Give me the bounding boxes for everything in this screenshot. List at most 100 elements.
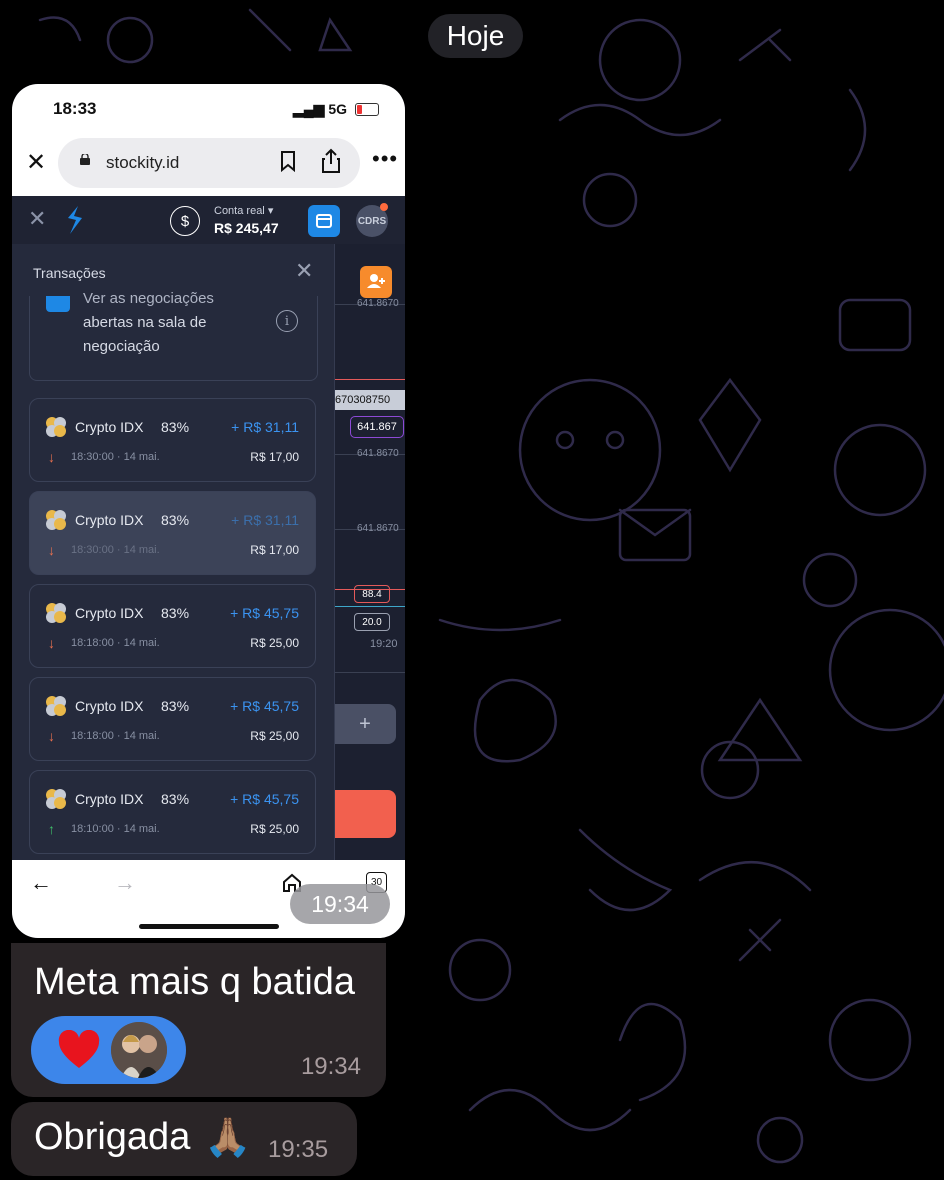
profit-value: + R$ 45,75 bbox=[230, 791, 299, 807]
reactor-avatar bbox=[111, 1022, 167, 1078]
trade-amount: R$ 17,00 bbox=[250, 450, 299, 464]
account-type-label[interactable]: Conta real ▾ bbox=[214, 204, 273, 217]
arrow-up-icon: ↑ bbox=[48, 821, 55, 837]
panel-close-icon[interactable]: ✕ bbox=[295, 258, 313, 284]
app-close-icon[interactable]: ✕ bbox=[28, 206, 46, 232]
crypto-idx-icon bbox=[46, 417, 66, 437]
network-indicator: ▂▄▆ 5G bbox=[292, 101, 347, 117]
status-time: 18:33 bbox=[53, 99, 97, 118]
transaction-card[interactable]: Crypto IDX 83% + R$ 45,75 ↑ 18:10:00 · 1… bbox=[29, 770, 316, 854]
crypto-idx-icon bbox=[46, 603, 66, 623]
wallet-button[interactable] bbox=[308, 205, 340, 237]
trade-amount: R$ 25,00 bbox=[250, 636, 299, 650]
message-time: 19:35 bbox=[268, 1136, 329, 1163]
notification-dot bbox=[380, 203, 388, 211]
currency-icon[interactable]: $ bbox=[170, 206, 200, 236]
heart-icon bbox=[58, 1030, 100, 1068]
close-tab-icon[interactable]: ✕ bbox=[26, 148, 46, 177]
trade-datetime: 18:18:00 · 14 mai. bbox=[71, 637, 160, 649]
trading-chart[interactable]: 641.8670 670308750 641.867 641.8670 641.… bbox=[334, 244, 405, 860]
info-icon[interactable]: i bbox=[276, 310, 298, 332]
arrow-down-icon: ↓ bbox=[48, 728, 55, 744]
asset-name: Crypto IDX bbox=[75, 419, 144, 435]
lock-icon bbox=[80, 154, 90, 165]
payout-percent: 83% bbox=[161, 419, 190, 435]
add-user-button[interactable] bbox=[360, 266, 392, 298]
price-tag: 641.867 bbox=[350, 416, 404, 438]
back-arrow-icon[interactable]: ← bbox=[30, 870, 52, 896]
transaction-card[interactable]: Crypto IDX 83% + R$ 45,75 ↓ 18:18:00 · 1… bbox=[29, 584, 316, 668]
shared-screenshot[interactable]: 18:33 ▂▄▆ 5G ✕ stockity.id ••• ✕ $ Conta… bbox=[12, 84, 405, 938]
arrow-down-icon: ↓ bbox=[48, 542, 55, 558]
stockity-logo-icon bbox=[68, 206, 82, 234]
crypto-idx-icon bbox=[46, 510, 66, 530]
payout-percent: 83% bbox=[161, 512, 190, 528]
share-icon[interactable] bbox=[320, 148, 342, 174]
forward-arrow-icon[interactable]: → bbox=[114, 870, 136, 896]
transaction-card[interactable]: Crypto IDX 83% + R$ 31,11 ↓ 18:30:00 · 1… bbox=[29, 491, 316, 575]
browser-url-bar: ✕ stockity.id ••• bbox=[12, 134, 405, 196]
profit-value: + R$ 31,11 bbox=[231, 419, 299, 435]
trade-datetime: 18:10:00 · 14 mai. bbox=[71, 823, 160, 835]
trade-amount: R$ 25,00 bbox=[250, 822, 299, 836]
wallet-icon bbox=[316, 214, 332, 228]
profit-value: + R$ 45,75 bbox=[230, 698, 299, 714]
message-bubble[interactable]: Obrigada 🙏🏽 19:35 bbox=[11, 1102, 357, 1176]
crypto-idx-icon bbox=[46, 789, 66, 809]
arrow-down-icon: ↓ bbox=[48, 449, 55, 465]
payout-percent: 83% bbox=[161, 605, 190, 621]
phone-status-bar: 18:33 ▂▄▆ 5G bbox=[12, 84, 405, 134]
indicator-low: 20.0 bbox=[354, 613, 390, 631]
asset-name: Crypto IDX bbox=[75, 791, 144, 807]
option-text-line: abertas na sala de bbox=[83, 314, 207, 331]
asset-name: Crypto IDX bbox=[75, 698, 144, 714]
price-label: 641.8670 bbox=[357, 448, 399, 459]
crypto-idx-icon bbox=[46, 696, 66, 716]
sell-button[interactable] bbox=[334, 790, 396, 838]
transactions-panel: Transações ✕ Ver as negociações abertas … bbox=[12, 244, 335, 860]
reaction-pill[interactable] bbox=[31, 1016, 186, 1084]
trade-amount: R$ 25,00 bbox=[250, 729, 299, 743]
add-user-icon bbox=[367, 274, 385, 288]
indicator-high: 88.4 bbox=[354, 585, 390, 603]
account-balance: R$ 245,47 bbox=[214, 220, 279, 236]
message-time: 19:34 bbox=[300, 1053, 361, 1080]
price-label: 641.8670 bbox=[357, 523, 399, 534]
more-options-icon[interactable]: ••• bbox=[372, 146, 398, 172]
arrow-down-icon: ↓ bbox=[48, 635, 55, 651]
url-text: stockity.id bbox=[106, 153, 180, 172]
payout-percent: 83% bbox=[161, 791, 190, 807]
transaction-card[interactable]: Crypto IDX 83% + R$ 45,75 ↓ 18:18:00 · 1… bbox=[29, 677, 316, 761]
panel-title: Transações bbox=[33, 265, 106, 281]
message-text: Meta mais q batida bbox=[34, 961, 356, 1003]
asset-name: Crypto IDX bbox=[75, 512, 144, 528]
price-label: 641.8670 bbox=[357, 298, 399, 309]
app-header: ✕ $ Conta real ▾ R$ 245,47 CDRS bbox=[12, 196, 405, 245]
payout-percent: 83% bbox=[161, 698, 190, 714]
trade-datetime: 18:30:00 · 14 mai. bbox=[71, 544, 160, 556]
bookmark-icon[interactable] bbox=[280, 150, 296, 172]
option-text-line: negociação bbox=[83, 338, 160, 355]
profit-value: + R$ 45,75 bbox=[230, 605, 299, 621]
avatar-photo bbox=[111, 1022, 167, 1078]
url-field[interactable]: stockity.id bbox=[58, 138, 360, 188]
message-text: Obrigada bbox=[34, 1116, 191, 1158]
current-price-tag: 670308750 bbox=[334, 390, 405, 410]
asset-name: Crypto IDX bbox=[75, 605, 144, 621]
message-bubble[interactable]: Meta mais q batida 19:34 bbox=[11, 943, 386, 1097]
option-text-line: Ver as negociações bbox=[83, 290, 214, 307]
profit-value: + R$ 31,11 bbox=[231, 512, 299, 528]
home-indicator bbox=[139, 924, 279, 929]
trade-datetime: 18:18:00 · 14 mai. bbox=[71, 730, 160, 742]
chart-time-label: 19:20 bbox=[370, 638, 398, 650]
praying-hands-emoji: 🙏🏽 bbox=[204, 1117, 252, 1159]
battery-icon bbox=[355, 103, 379, 116]
date-separator: Hoje bbox=[428, 14, 523, 58]
increase-amount-button[interactable]: + bbox=[334, 704, 396, 744]
image-timestamp: 19:34 bbox=[290, 884, 390, 924]
transaction-card[interactable]: Crypto IDX 83% + R$ 31,11 ↓ 18:30:00 · 1… bbox=[29, 398, 316, 482]
show-open-trades-option[interactable]: Ver as negociações abertas na sala de ne… bbox=[29, 290, 318, 381]
trade-amount: R$ 17,00 bbox=[250, 543, 299, 557]
checkbox[interactable] bbox=[46, 296, 70, 312]
trade-datetime: 18:30:00 · 14 mai. bbox=[71, 451, 160, 463]
